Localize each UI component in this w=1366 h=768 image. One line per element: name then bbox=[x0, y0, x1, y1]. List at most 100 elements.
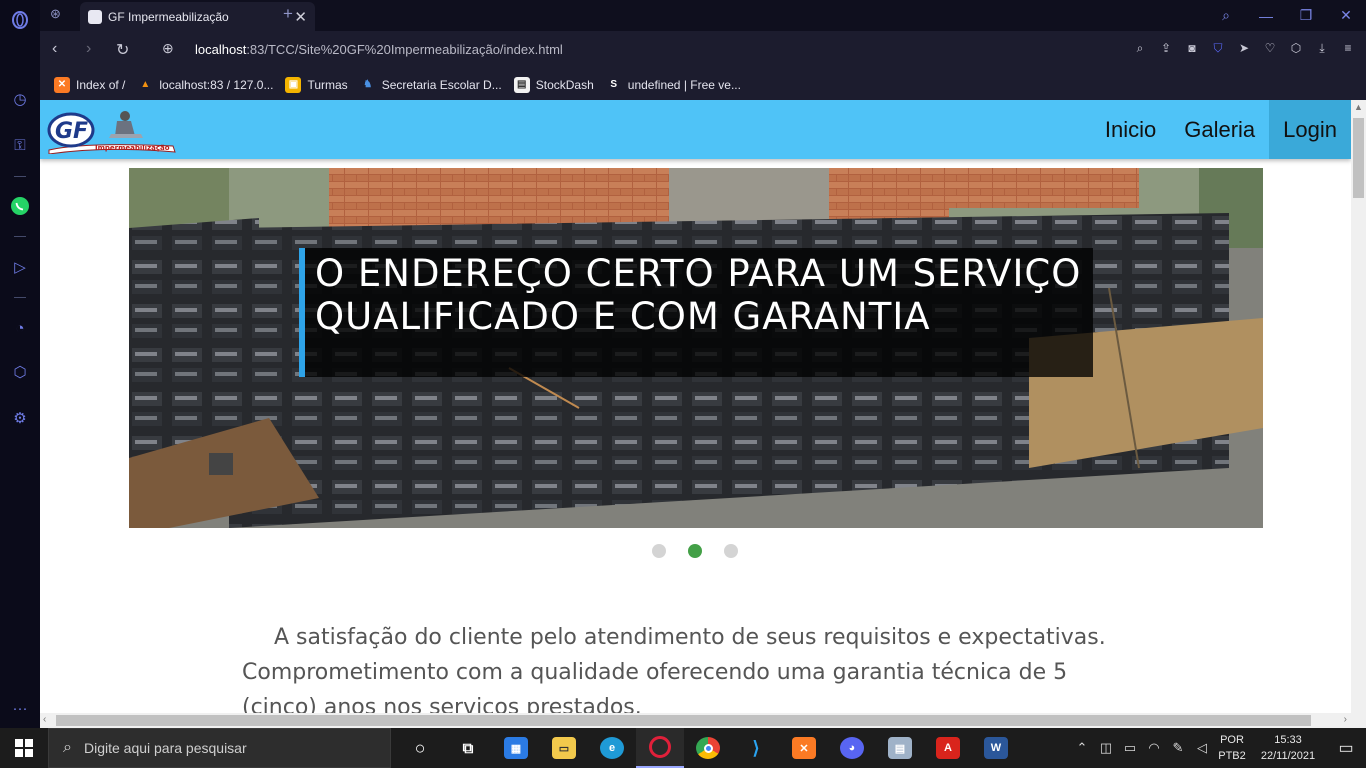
nav-galeria[interactable]: Galeria bbox=[1170, 100, 1269, 159]
gf-logo[interactable]: GF Impermeabilização bbox=[45, 106, 177, 154]
edge-app[interactable]: e bbox=[588, 728, 636, 768]
logo-gf-text: GF bbox=[55, 119, 88, 144]
forward-icon[interactable]: › bbox=[86, 40, 91, 58]
back-icon[interactable]: ‹ bbox=[52, 40, 57, 58]
bookmark-label: undefined | Free ve... bbox=[627, 77, 741, 92]
scroll-right-icon[interactable]: › bbox=[1344, 714, 1347, 725]
monitor-app[interactable]: ▤ bbox=[876, 728, 924, 768]
vertical-scrollbar[interactable]: ▲ bbox=[1351, 100, 1366, 713]
slide-dot-1[interactable] bbox=[652, 544, 666, 558]
easy-setup-icon[interactable]: ≡ bbox=[1340, 40, 1356, 56]
tab-active[interactable]: GF Impermeabilização ✕ bbox=[80, 2, 315, 31]
new-tab-icon[interactable]: + bbox=[283, 4, 293, 24]
lang-bottom: PTB2 bbox=[1218, 750, 1246, 762]
url-field[interactable]: localhost:83/TCC/Site%20GF%20Impermeabil… bbox=[195, 42, 563, 57]
bookmark-index[interactable]: ✕ Index of / bbox=[54, 76, 125, 93]
nav-inicio[interactable]: Inicio bbox=[1091, 100, 1170, 159]
more-options-icon[interactable]: ··· bbox=[10, 698, 30, 718]
freevector-icon: S bbox=[610, 79, 618, 90]
cortana-app[interactable]: ○ bbox=[396, 728, 444, 768]
vertical-scroll-thumb[interactable] bbox=[1353, 118, 1364, 198]
tab-strip: ⊛ GF Impermeabilização ✕ + ⌕ — ❐ ✕ bbox=[40, 0, 1366, 31]
shopping-icon[interactable]: ⚿ bbox=[10, 135, 30, 155]
snapshot-camera-icon[interactable]: ◙ bbox=[1184, 40, 1200, 56]
cube-icon[interactable]: ⬡ bbox=[1288, 40, 1304, 56]
volume-icon[interactable]: ◁ bbox=[1190, 740, 1214, 756]
slide-dot-2[interactable] bbox=[688, 544, 702, 558]
word-app[interactable]: W bbox=[972, 728, 1020, 768]
bookmark-localhost[interactable]: ▲ localhost:83 / 127.0... bbox=[137, 77, 273, 93]
site-favicon-icon bbox=[88, 9, 102, 24]
scroll-left-icon[interactable]: ‹ bbox=[43, 714, 46, 725]
secretaria-icon: ♞ bbox=[363, 79, 373, 90]
share-icon[interactable]: ⇪ bbox=[1158, 40, 1174, 56]
history-icon[interactable]: ◔ bbox=[10, 318, 30, 338]
tray-chevron-icon[interactable]: ⌃ bbox=[1070, 740, 1094, 756]
vscode-app[interactable]: ⟩ bbox=[732, 728, 780, 768]
discord-app[interactable]: ◕ bbox=[828, 728, 876, 768]
chrome-app[interactable] bbox=[684, 728, 732, 768]
taskbar-apps: ○ ⧉ ▦ ▭ e ⟩ ✕ ◕ ▤ A W bbox=[396, 728, 1020, 768]
download-icon[interactable]: ⤓ bbox=[1314, 40, 1330, 56]
horizontal-scrollbar[interactable]: ‹ › bbox=[40, 713, 1351, 728]
meet-now-icon[interactable]: ◫ bbox=[1094, 740, 1118, 756]
search-in-page-icon[interactable]: ⌕ bbox=[1132, 40, 1148, 56]
player-icon[interactable]: ▷ bbox=[10, 257, 30, 277]
vscode-icon: ⟩ bbox=[752, 737, 760, 758]
taskbar-search[interactable]: ⌕ Digite aqui para pesquisar bbox=[48, 728, 391, 768]
clock[interactable]: 15:33 22/11/2021 bbox=[1250, 732, 1326, 764]
task-view-app[interactable]: ⧉ bbox=[444, 728, 492, 768]
language-indicator[interactable]: POR PTB2 bbox=[1214, 732, 1250, 764]
tab-close-icon[interactable]: ✕ bbox=[294, 8, 307, 26]
nav-login[interactable]: Login bbox=[1269, 100, 1351, 159]
acrobat-icon: A bbox=[936, 737, 960, 759]
restore-icon[interactable]: ❐ bbox=[1286, 7, 1326, 24]
xampp-icon: ✕ bbox=[792, 737, 816, 759]
bookmark-secretaria[interactable]: ♞ Secretaria Escolar D... bbox=[360, 77, 502, 93]
xampp-app[interactable]: ✕ bbox=[780, 728, 828, 768]
search-tabs-icon[interactable]: ⌕ bbox=[1206, 7, 1246, 24]
opera-app[interactable] bbox=[636, 728, 684, 768]
acrobat-app[interactable]: A bbox=[924, 728, 972, 768]
horizontal-scroll-thumb[interactable] bbox=[56, 715, 1311, 726]
settings-gear-icon[interactable]: ⚙ bbox=[10, 408, 30, 428]
opera-menu-icon[interactable] bbox=[10, 10, 30, 30]
monitor-icon: ▤ bbox=[888, 737, 912, 759]
pen-icon[interactable]: ✎ bbox=[1166, 740, 1190, 756]
clock-date: 22/11/2021 bbox=[1260, 750, 1316, 762]
folder-icon: ▭ bbox=[552, 737, 576, 759]
send-icon[interactable]: ➤ bbox=[1236, 40, 1252, 56]
reload-icon[interactable]: ↻ bbox=[116, 40, 129, 60]
word-icon: W bbox=[984, 737, 1008, 759]
extensions-cube-icon[interactable]: ⬡ bbox=[10, 362, 30, 382]
heart-icon[interactable]: ♡ bbox=[1262, 40, 1278, 56]
chrome-icon bbox=[696, 737, 720, 759]
speed-dial-icon[interactable]: ◷ bbox=[10, 89, 30, 109]
close-window-icon[interactable]: ✕ bbox=[1326, 7, 1366, 24]
site-header: GF Impermeabilização Inicio Galeria Logi… bbox=[40, 100, 1351, 159]
bookmark-stockdash[interactable]: ▤ StockDash bbox=[513, 76, 594, 93]
whatsapp-icon[interactable] bbox=[10, 196, 30, 216]
store-app[interactable]: ▦ bbox=[492, 728, 540, 768]
battery-icon[interactable]: ▭ bbox=[1118, 740, 1142, 756]
start-button[interactable] bbox=[0, 728, 48, 768]
notification-icon[interactable]: ▭ bbox=[1326, 738, 1366, 758]
edge-icon: e bbox=[600, 737, 624, 759]
bookmarks-bar: ✕ Index of / ▲ localhost:83 / 127.0... ▣… bbox=[40, 69, 1366, 100]
document-icon: ▤ bbox=[513, 76, 530, 93]
discord-icon: ◕ bbox=[840, 737, 864, 759]
scroll-up-icon[interactable]: ▲ bbox=[1354, 102, 1363, 112]
bookmark-undefined[interactable]: S undefined | Free ve... bbox=[606, 77, 741, 93]
vpn-shield-icon[interactable]: ⛉ bbox=[1210, 40, 1226, 56]
network-icon[interactable]: ◠ bbox=[1142, 740, 1166, 756]
cortana-circle-icon: ○ bbox=[414, 737, 426, 758]
bookmark-label: Secretaria Escolar D... bbox=[381, 77, 502, 92]
bookmark-turmas[interactable]: ▣ Turmas bbox=[285, 76, 348, 93]
opera-icon bbox=[649, 736, 671, 758]
lang-top: POR bbox=[1220, 734, 1244, 746]
slide-dot-3[interactable] bbox=[724, 544, 738, 558]
minimize-icon[interactable]: — bbox=[1246, 8, 1286, 24]
gamepad-icon[interactable]: ⊛ bbox=[50, 6, 61, 22]
page-viewport: GF Impermeabilização Inicio Galeria Logi… bbox=[40, 100, 1351, 713]
explorer-app[interactable]: ▭ bbox=[540, 728, 588, 768]
